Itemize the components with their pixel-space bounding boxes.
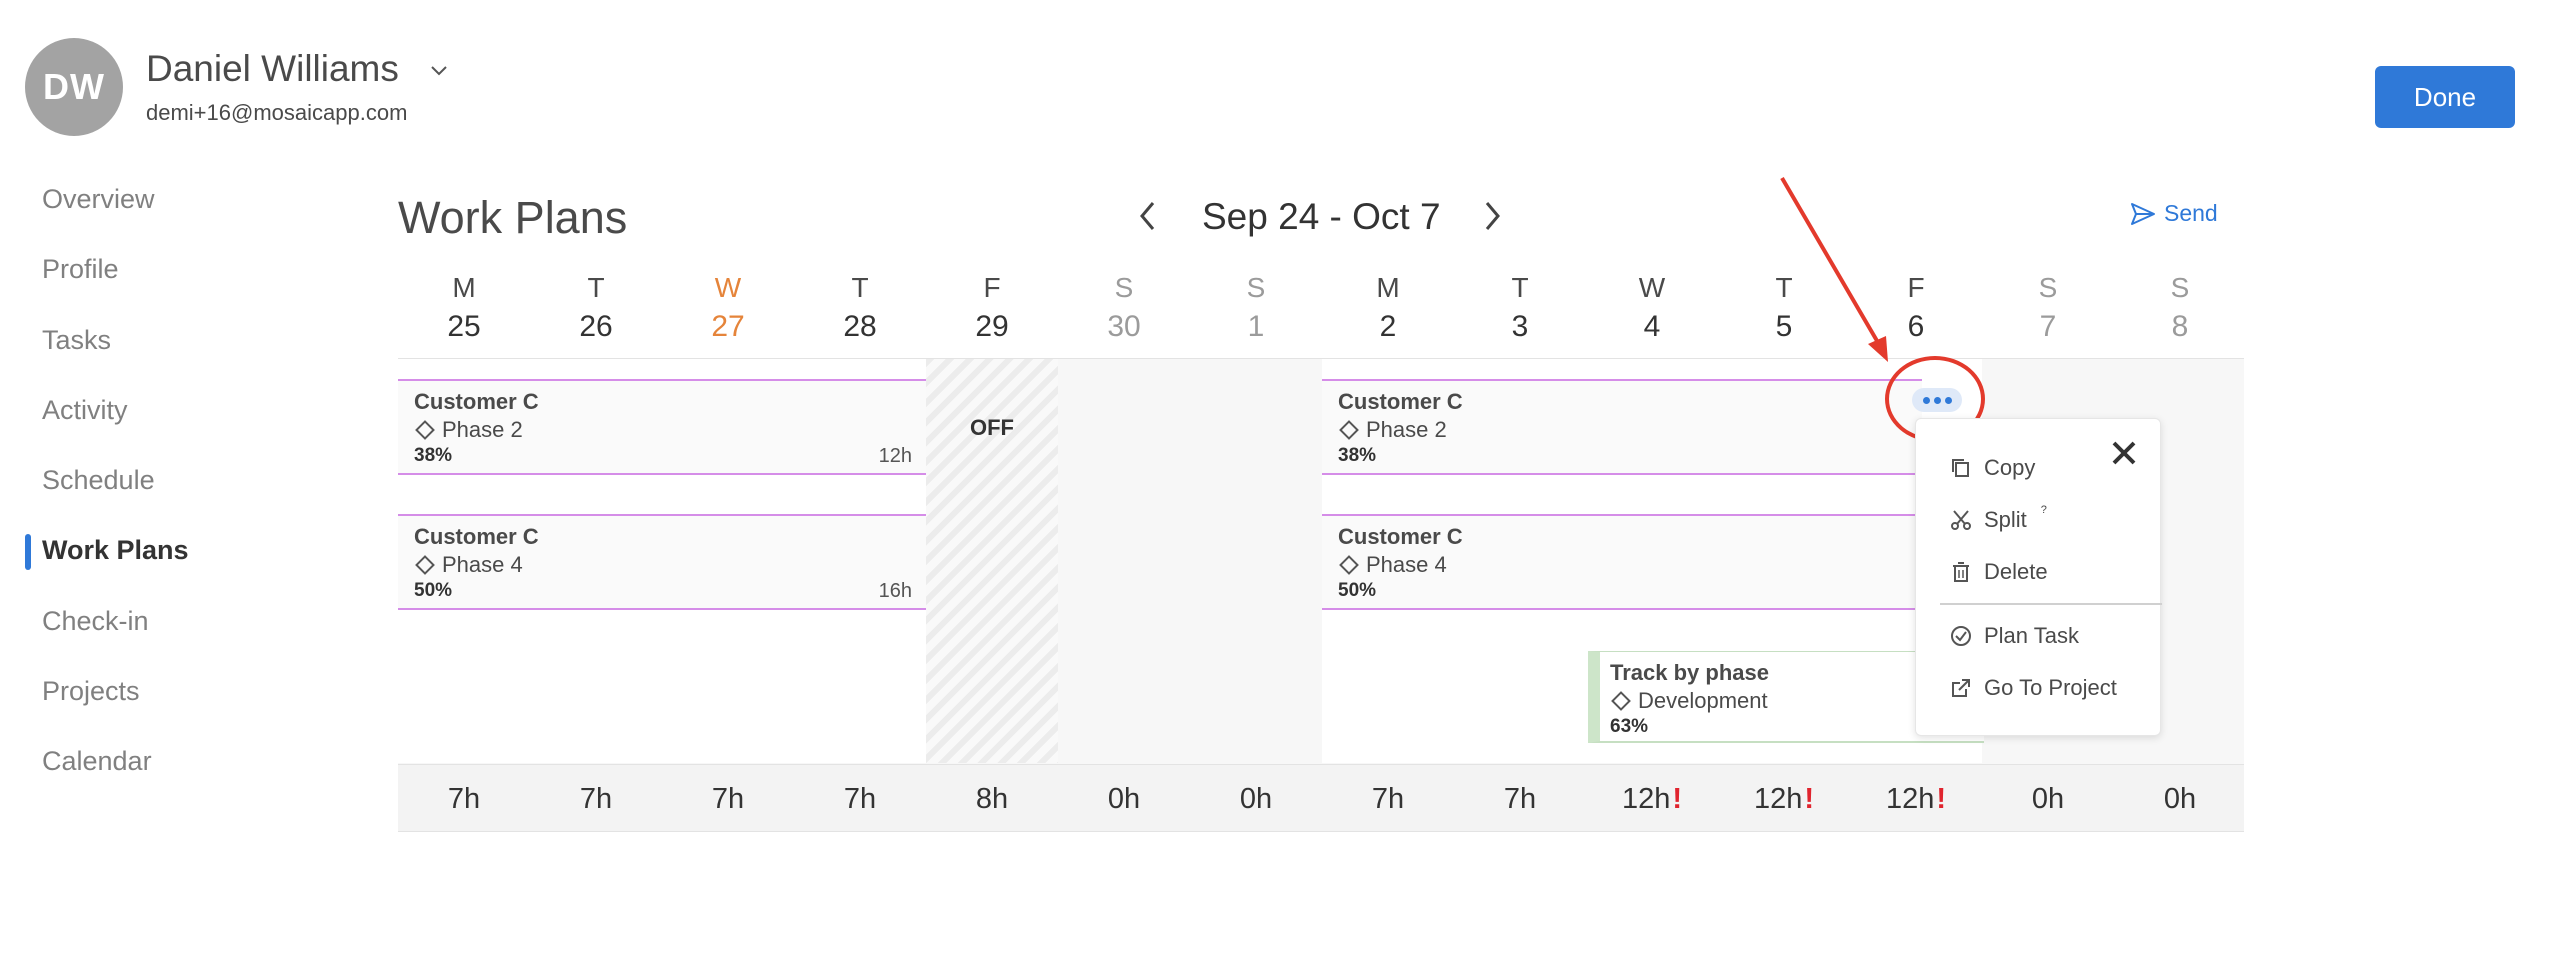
bar-project-name: Customer C xyxy=(1338,524,1463,549)
sidebar-item-activity[interactable]: Activity xyxy=(42,395,128,426)
sidebar-item-projects[interactable]: Projects xyxy=(42,676,140,707)
bar-percent: 50% xyxy=(414,580,453,601)
avatar: DW xyxy=(25,38,123,136)
day-header: W4 xyxy=(1638,272,1666,343)
daily-total: 0h xyxy=(1107,783,1141,815)
bar-percent: 38% xyxy=(1338,445,1377,466)
sidebar-item-profile[interactable]: Profile xyxy=(42,254,119,285)
day-header: S8 xyxy=(2170,272,2190,343)
copy-icon xyxy=(1952,459,1969,477)
sidebar-item-schedule[interactable]: Schedule xyxy=(42,465,155,496)
sidebar-item-calendar[interactable]: Calendar xyxy=(42,746,152,777)
day-header: S 30 xyxy=(1107,272,1141,343)
bar-percent: 50% xyxy=(1338,580,1377,601)
send-icon xyxy=(2131,202,2155,225)
work-plan-bar[interactable]: Customer C Phase 2 38% xyxy=(1322,379,1922,475)
date-range: Sep 24 - Oct 7 xyxy=(1202,196,1441,237)
daily-total: 8h xyxy=(975,783,1009,815)
menu-item-split[interactable]: Split? xyxy=(1950,504,2047,533)
overbooked-warning-icon: ! xyxy=(1936,783,1947,815)
menu-divider xyxy=(1940,603,2162,605)
phase-diamond-icon xyxy=(415,555,435,575)
day-header: T 28 xyxy=(843,272,877,343)
off-label: OFF xyxy=(970,415,1014,440)
day-header-today: W 27 xyxy=(711,272,745,343)
daily-total: 7h xyxy=(843,783,877,815)
send-label: Send xyxy=(2164,200,2218,226)
context-menu: Copy Split? Delete Plan Task Go To Proje… xyxy=(1915,418,2162,736)
page-title: Work Plans xyxy=(398,192,628,243)
bar-project-name: Track by phase xyxy=(1610,660,1769,685)
daily-total: 0h xyxy=(1239,783,1273,815)
work-plan-bar[interactable]: Customer C Phase 2 38% 12h xyxy=(398,379,926,475)
bar-project-name: Customer C xyxy=(1338,389,1463,414)
bar-hours: 16h xyxy=(878,580,912,602)
next-arrow-icon[interactable] xyxy=(1474,198,1510,234)
daily-total: 7h xyxy=(711,783,745,815)
daily-total: 7h xyxy=(447,783,481,815)
help-icon: ? xyxy=(2040,504,2047,516)
bar-phase: Development xyxy=(1610,688,1768,714)
sidebar-item-work-plans[interactable]: Work Plans xyxy=(42,535,189,566)
bar-percent: 38% xyxy=(414,445,453,466)
send-button[interactable]: Send xyxy=(2130,200,2218,227)
work-plan-bar[interactable]: Customer C Phase 4 50% 16h xyxy=(398,514,926,610)
daily-total: 7h xyxy=(579,783,613,815)
daily-total-overbooked: 12h! xyxy=(1885,783,1947,815)
day-header: F 29 xyxy=(975,272,1009,343)
overbooked-warning-icon: ! xyxy=(1804,783,1815,815)
daily-total-overbooked: 12h! xyxy=(1621,783,1683,815)
dot-icon xyxy=(1933,396,1941,404)
day-header: M 25 xyxy=(447,272,481,343)
menu-item-copy[interactable]: Copy xyxy=(1950,455,2035,481)
menu-item-go-to-project[interactable]: Go To Project xyxy=(1950,675,2117,701)
user-email: demi+16@mosaicapp.com xyxy=(146,100,408,125)
sidebar-item-tasks[interactable]: Tasks xyxy=(42,325,111,356)
day-header: S1 xyxy=(1246,272,1266,343)
external-link-icon xyxy=(1952,679,1970,697)
prev-arrow-icon[interactable] xyxy=(1130,198,1166,234)
sidebar-item-overview[interactable]: Overview xyxy=(42,184,155,215)
scissors-icon xyxy=(1951,510,1971,530)
more-options-button[interactable] xyxy=(1912,388,1962,412)
sidebar-item-check-in[interactable]: Check-in xyxy=(42,606,149,637)
dot-icon xyxy=(1944,396,1952,404)
bar-phase: Phase 2 xyxy=(1338,417,1447,443)
done-button[interactable]: Done xyxy=(2375,66,2515,128)
close-icon[interactable] xyxy=(2110,439,2138,467)
phase-diamond-icon xyxy=(1339,555,1359,575)
day-header: M2 xyxy=(1376,272,1400,343)
phase-diamond-icon xyxy=(1339,420,1359,440)
active-indicator xyxy=(25,534,31,570)
daily-total: 0h xyxy=(2163,783,2197,815)
phase-diamond-icon xyxy=(1611,691,1631,711)
menu-item-delete[interactable]: Delete xyxy=(1950,559,2048,585)
bar-phase: Phase 2 xyxy=(414,417,523,443)
day-header: S7 xyxy=(2038,272,2058,343)
dot-icon xyxy=(1922,396,1930,404)
annotation-arrow-icon xyxy=(1780,176,1888,362)
bar-percent: 63% xyxy=(1610,716,1649,737)
daily-totals-row: 7h 7h 7h 7h 8h 0h 0h 7h 7h 12h! 12h! 12h… xyxy=(398,764,2244,832)
user-name[interactable]: Daniel Williams xyxy=(146,48,399,90)
daily-total-overbooked: 12h! xyxy=(1753,783,1815,815)
work-plan-bar[interactable]: Customer C Phase 4 50% xyxy=(1322,514,1922,610)
day-header: T 26 xyxy=(579,272,613,343)
daily-total: 0h xyxy=(2031,783,2065,815)
bar-project-name: Customer C xyxy=(414,389,539,414)
daily-total: 7h xyxy=(1371,783,1405,815)
bar-phase: Phase 4 xyxy=(1338,552,1447,578)
daily-total: 7h xyxy=(1503,783,1537,815)
bar-project-name: Customer C xyxy=(414,524,539,549)
day-header: T3 xyxy=(1511,272,1529,343)
menu-item-plan-task[interactable]: Plan Task xyxy=(1950,623,2079,649)
check-circle-icon xyxy=(1951,626,1971,646)
chevron-down-icon[interactable] xyxy=(428,60,450,82)
overbooked-warning-icon: ! xyxy=(1672,783,1683,815)
bar-hours: 12h xyxy=(878,445,912,467)
bar-phase: Phase 4 xyxy=(414,552,523,578)
phase-diamond-icon xyxy=(415,420,435,440)
trash-icon xyxy=(1953,562,1969,582)
